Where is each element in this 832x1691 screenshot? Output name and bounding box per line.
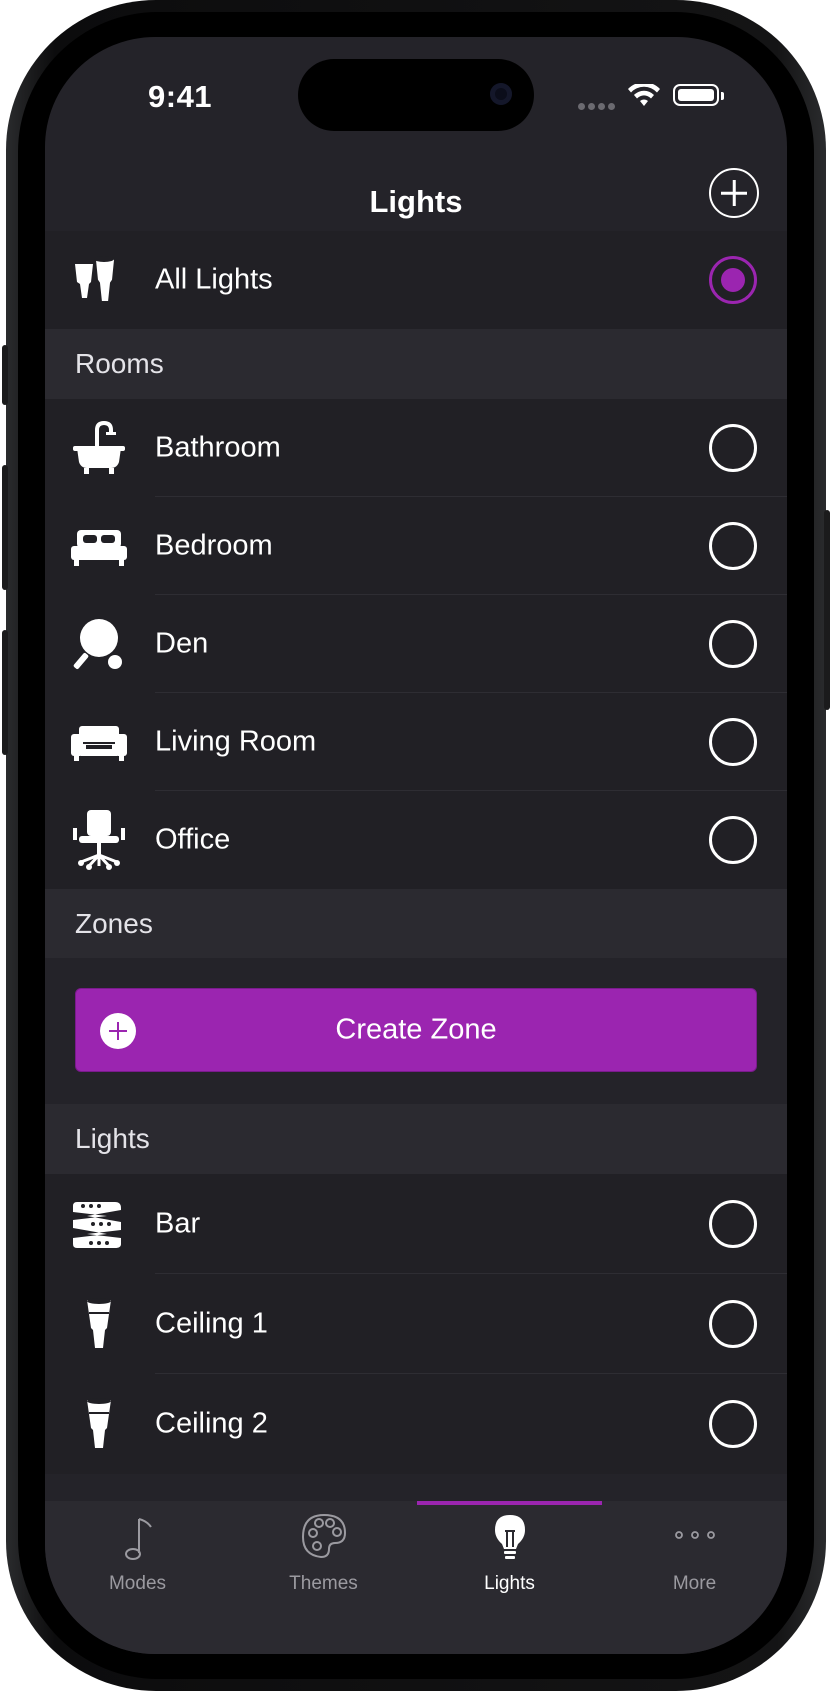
room-row-bedroom[interactable]: Bedroom [45, 497, 787, 595]
all-lights-row[interactable]: All Lights [45, 231, 787, 329]
section-header-label: Rooms [75, 348, 164, 379]
volume-down-button [2, 630, 8, 755]
more-icon [670, 1511, 720, 1563]
room-radio[interactable] [709, 424, 757, 472]
office-chair-icon [69, 810, 129, 870]
room-label: Bathroom [155, 431, 281, 464]
light-label: Ceiling 2 [155, 1407, 268, 1440]
wifi-icon [628, 82, 660, 113]
power-button [824, 510, 830, 710]
volume-up-button [2, 465, 8, 590]
music-note-icon [113, 1511, 163, 1563]
room-label: Living Room [155, 725, 317, 758]
light-radio[interactable] [709, 1200, 757, 1248]
section-header-label: Zones [75, 907, 153, 939]
palette-icon [299, 1511, 349, 1563]
tab-lights[interactable]: Lights [417, 1501, 602, 1611]
create-zone-label: Create Zone [335, 1013, 497, 1046]
tab-label: More [672, 1573, 717, 1594]
add-button[interactable] [709, 168, 759, 218]
room-row-bathroom[interactable]: Bathroom [45, 399, 787, 497]
tab-bar: Modes Themes Lights More [45, 1501, 787, 1654]
light-row-bar[interactable]: Bar [45, 1174, 787, 1274]
light-radio[interactable] [709, 1300, 757, 1348]
room-row-office[interactable]: Office [45, 791, 787, 889]
tab-modes[interactable]: Modes [45, 1501, 230, 1611]
section-header-label: Lights [75, 1123, 150, 1154]
create-zone-button[interactable]: Create Zone [75, 988, 757, 1072]
ping-pong-icon [69, 614, 129, 674]
room-row-den[interactable]: Den [45, 595, 787, 693]
bathtub-icon [69, 418, 129, 478]
battery-icon [673, 84, 724, 106]
all-lights-radio[interactable] [709, 256, 757, 304]
light-label: Bar [155, 1207, 201, 1240]
silent-switch [2, 345, 8, 405]
room-label: Den [155, 627, 209, 660]
lightbulb-icon [485, 1511, 535, 1563]
section-header-lights: Lights [45, 1104, 787, 1174]
signal-icon [578, 97, 618, 115]
tab-more[interactable]: More [602, 1501, 787, 1611]
room-radio[interactable] [709, 816, 757, 864]
status-time: 9:41 [148, 79, 213, 114]
tab-label: Themes [289, 1573, 358, 1594]
room-radio[interactable] [709, 522, 757, 570]
room-row-living-room[interactable]: Living Room [45, 693, 787, 791]
page-title: Lights [369, 184, 463, 219]
all-lights-label: All Lights [155, 263, 273, 296]
sofa-icon [69, 712, 129, 772]
tab-themes[interactable]: Themes [231, 1501, 416, 1611]
lightstrip-icon [69, 1194, 129, 1254]
bed-icon [69, 516, 129, 576]
room-label: Office [155, 823, 231, 856]
dynamic-island [298, 59, 534, 131]
zones-area: Create Zone [45, 958, 787, 1104]
section-header-zones: Zones [45, 889, 787, 958]
room-radio[interactable] [709, 718, 757, 766]
light-row-ceiling-1[interactable]: Ceiling 1 [45, 1274, 787, 1374]
tab-label: Modes [108, 1573, 167, 1594]
camera-icon [490, 83, 512, 105]
section-header-rooms: Rooms [45, 329, 787, 399]
room-label: Bedroom [155, 529, 273, 562]
screen: 9:41 Lights All Lights Rooms Bathroom Be… [45, 37, 787, 1654]
bulb-icon [69, 1294, 129, 1354]
tab-label: Lights [484, 1573, 535, 1594]
bulb-icon [69, 1394, 129, 1454]
light-radio[interactable] [709, 1400, 757, 1448]
lights-group-icon [69, 250, 129, 310]
light-row-ceiling-2[interactable]: Ceiling 2 [45, 1374, 787, 1474]
room-radio[interactable] [709, 620, 757, 668]
light-label: Ceiling 1 [155, 1307, 268, 1340]
